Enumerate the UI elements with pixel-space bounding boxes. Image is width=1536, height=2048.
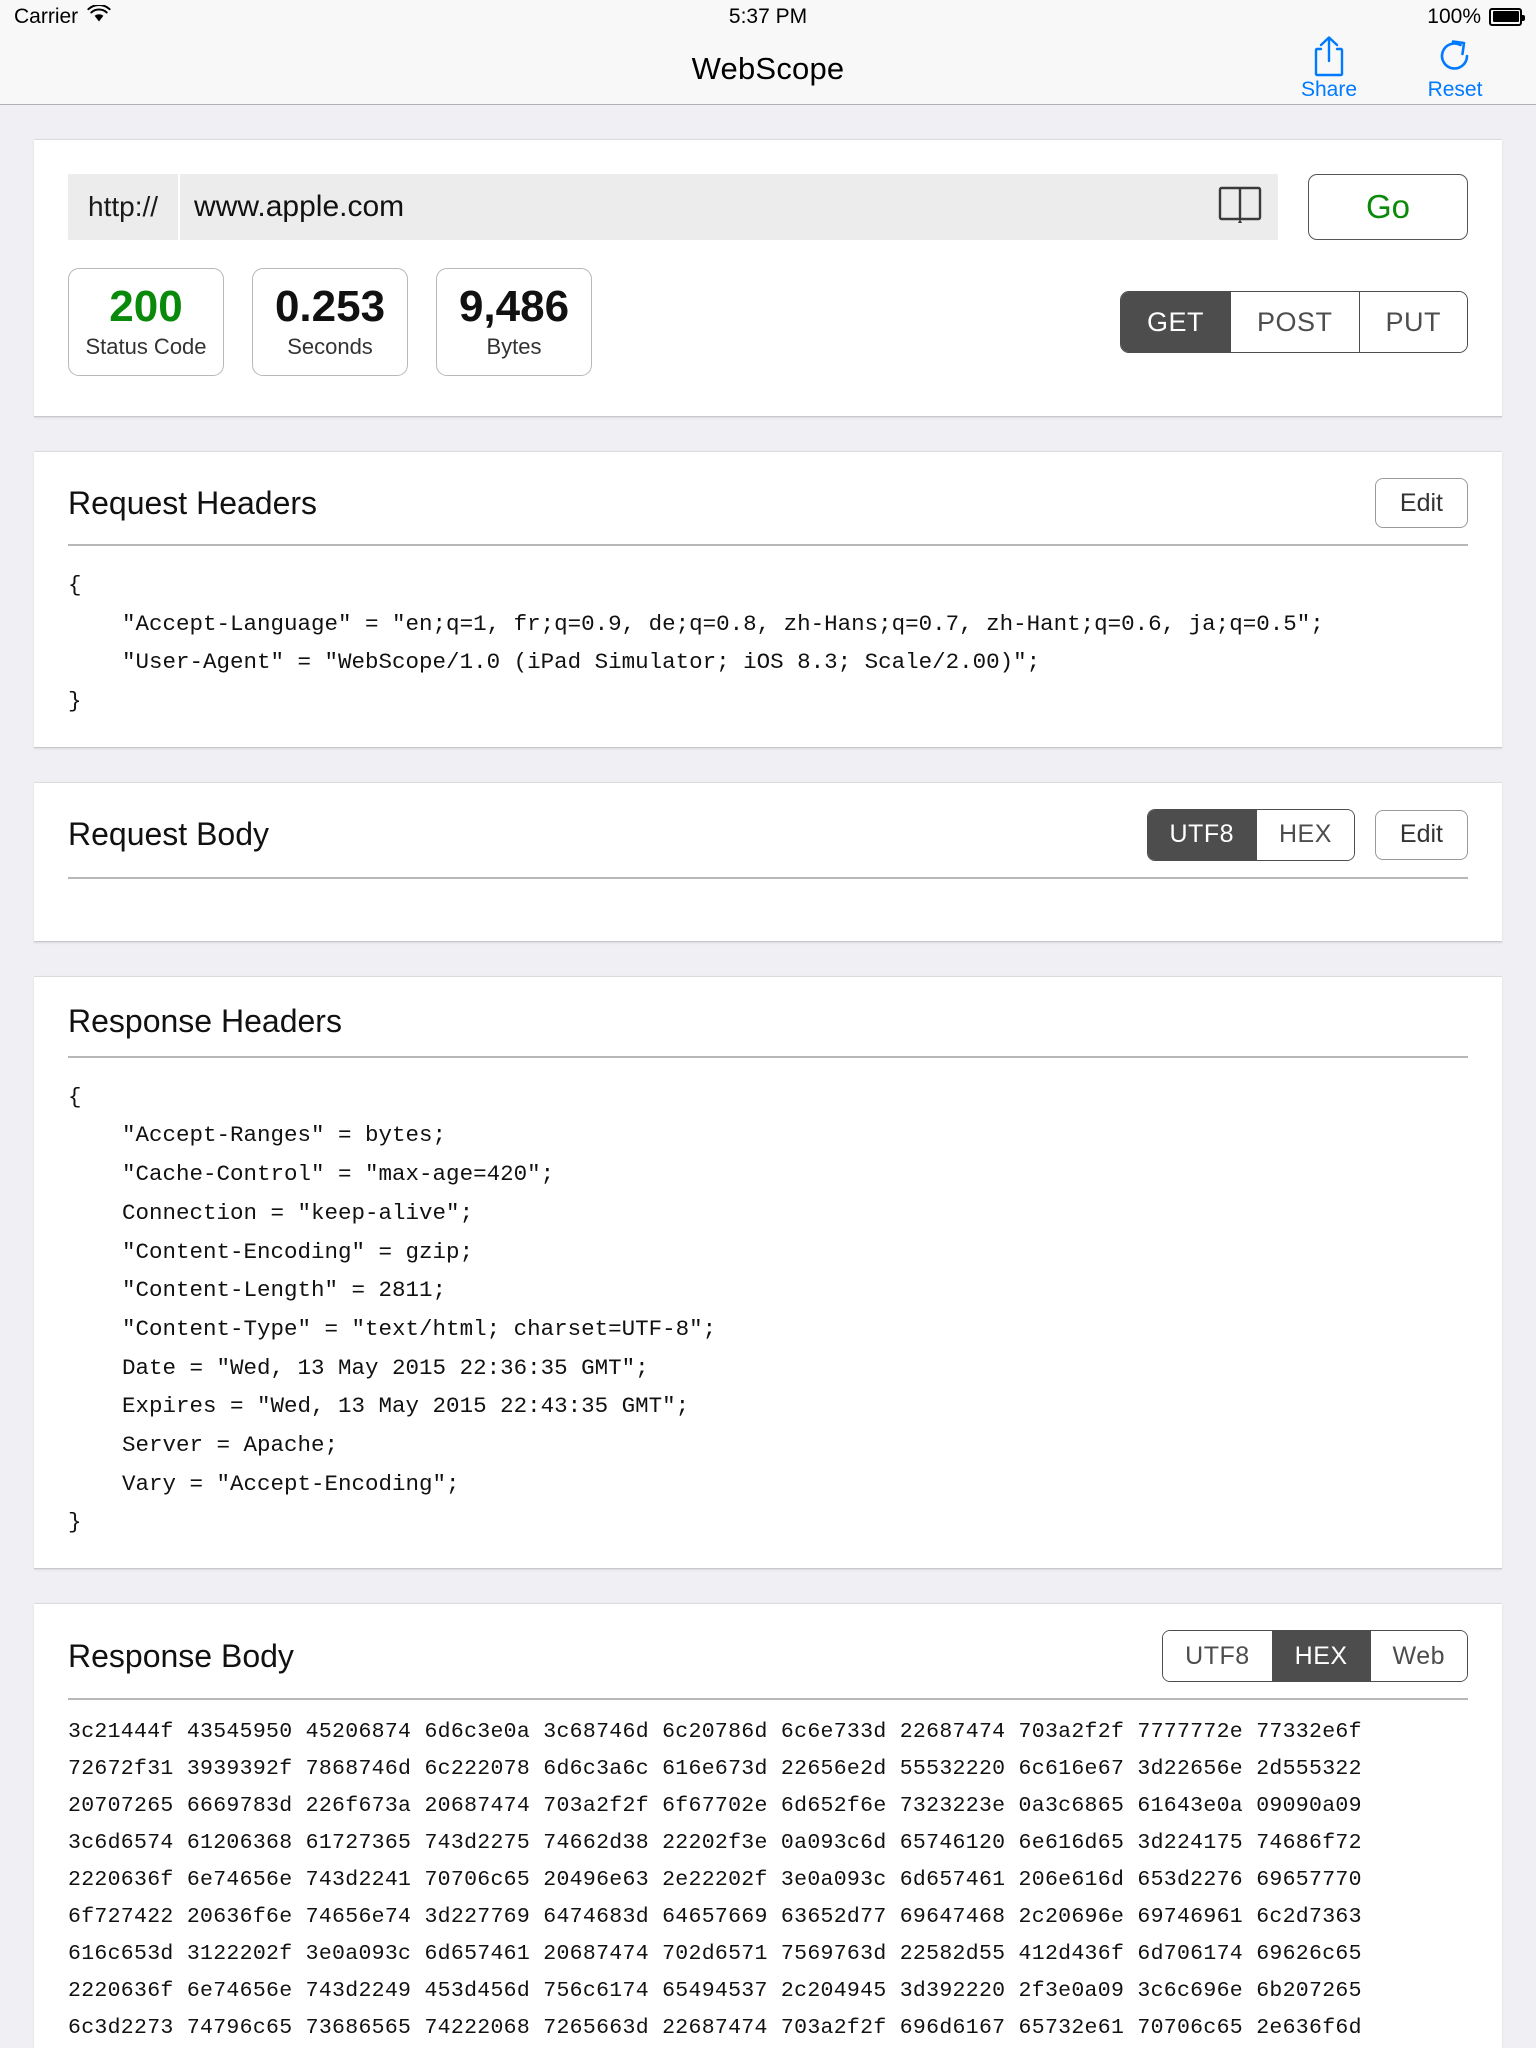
request-headers-title: Request Headers: [68, 484, 318, 521]
stats-row: 200 Status Code 0.253 Seconds 9,486 Byte…: [68, 268, 1468, 376]
response-body-encoding-web[interactable]: Web: [1370, 1631, 1467, 1681]
wifi-icon: [87, 3, 111, 29]
stat-seconds: 0.253 Seconds: [252, 268, 408, 376]
request-body-header: Request Body UTF8 HEX Edit: [34, 783, 1502, 877]
nav-bar: WebScope Share Reset: [0, 33, 1536, 105]
http-method-segmented-control[interactable]: GET POST PUT: [1119, 291, 1468, 353]
open-book-icon: [1217, 185, 1263, 230]
refresh-clockwise-icon: [1437, 35, 1473, 77]
response-body-encoding-hex[interactable]: HEX: [1272, 1631, 1371, 1681]
request-body-content: [34, 879, 1502, 941]
status-bar-time: 5:37 PM: [728, 4, 808, 28]
request-headers-card: Request Headers Edit { "Accept-Language"…: [34, 451, 1502, 748]
go-button[interactable]: Go: [1308, 174, 1468, 240]
response-body-encoding-utf8[interactable]: UTF8: [1163, 1631, 1273, 1681]
request-body-edit-button[interactable]: Edit: [1374, 809, 1468, 860]
share-upload-icon: [1311, 35, 1347, 77]
carrier-label: Carrier: [14, 4, 79, 28]
nav-actions: Share Reset: [1292, 35, 1536, 102]
request-body-tools: UTF8 HEX Edit: [1146, 808, 1468, 861]
response-body-card: Response Body UTF8 HEX Web 3c21444f 4354…: [34, 1603, 1502, 2048]
request-body-encoding-utf8[interactable]: UTF8: [1147, 809, 1257, 860]
stat-value: 200: [109, 281, 183, 331]
method-option-get[interactable]: GET: [1120, 292, 1231, 352]
status-bar-left: Carrier: [14, 3, 111, 29]
stat-bytes: 9,486 Bytes: [436, 268, 592, 376]
response-headers-body: { "Accept-Ranges" = bytes; "Cache-Contro…: [68, 1083, 717, 1536]
request-headers-edit-button[interactable]: Edit: [1374, 478, 1468, 528]
stat-label: Bytes: [486, 334, 542, 360]
response-body-title: Response Body: [68, 1637, 294, 1674]
spacer-top: [34, 105, 1502, 139]
reset-button-label: Reset: [1427, 78, 1483, 101]
battery-percent-label: 100%: [1427, 4, 1481, 28]
main-content: http:// Go 200 Status Code: [0, 105, 1536, 2048]
stat-label: Status Code: [85, 334, 207, 360]
url-input[interactable]: [180, 190, 1202, 224]
status-bar-right: 100%: [1427, 4, 1525, 29]
request-headers-body: { "Accept-Language" = "en;q=1, fr;q=0.9,…: [68, 572, 1324, 715]
response-body-hex-dump: 3c21444f 43545950 45206874 6d6c3e0a 3c68…: [68, 1720, 1362, 2040]
method-option-post[interactable]: POST: [1230, 292, 1360, 352]
response-body-encoding-segmented-control[interactable]: UTF8 HEX Web: [1162, 1630, 1468, 1682]
stat-value: 9,486: [458, 281, 570, 331]
battery-full-icon: [1489, 7, 1525, 26]
request-body-title: Request Body: [68, 816, 270, 853]
stat-label: Seconds: [287, 334, 373, 360]
response-body-header: Response Body UTF8 HEX Web: [34, 1604, 1502, 1698]
request-summary-card: http:// Go 200 Status Code: [34, 139, 1502, 417]
url-scheme-label: http://: [68, 174, 181, 240]
request-body-encoding-segmented-control[interactable]: UTF8 HEX: [1146, 808, 1355, 861]
url-row: http:// Go: [68, 174, 1468, 240]
response-headers-title: Response Headers: [68, 1002, 342, 1039]
status-bar: Carrier 5:37 PM 100%: [0, 0, 1536, 33]
method-option-put[interactable]: PUT: [1359, 292, 1467, 352]
request-body-card: Request Body UTF8 HEX Edit: [34, 781, 1502, 942]
url-field[interactable]: http://: [68, 174, 1278, 240]
response-body-tools: UTF8 HEX Web: [1162, 1630, 1468, 1682]
response-headers-header: Response Headers: [34, 977, 1502, 1056]
reset-button[interactable]: Reset: [1418, 35, 1492, 102]
share-button-label: Share: [1300, 78, 1358, 101]
request-body-encoding-hex[interactable]: HEX: [1257, 809, 1354, 860]
share-button[interactable]: Share: [1292, 35, 1366, 102]
bookmark-button[interactable]: [1202, 185, 1278, 230]
request-headers-tools: Edit: [1374, 478, 1468, 528]
stat-status-code: 200 Status Code: [68, 268, 224, 376]
request-headers-header: Request Headers Edit: [34, 452, 1502, 544]
response-headers-card: Response Headers { "Accept-Ranges" = byt…: [34, 975, 1502, 1569]
stat-value: 0.253: [274, 281, 386, 331]
